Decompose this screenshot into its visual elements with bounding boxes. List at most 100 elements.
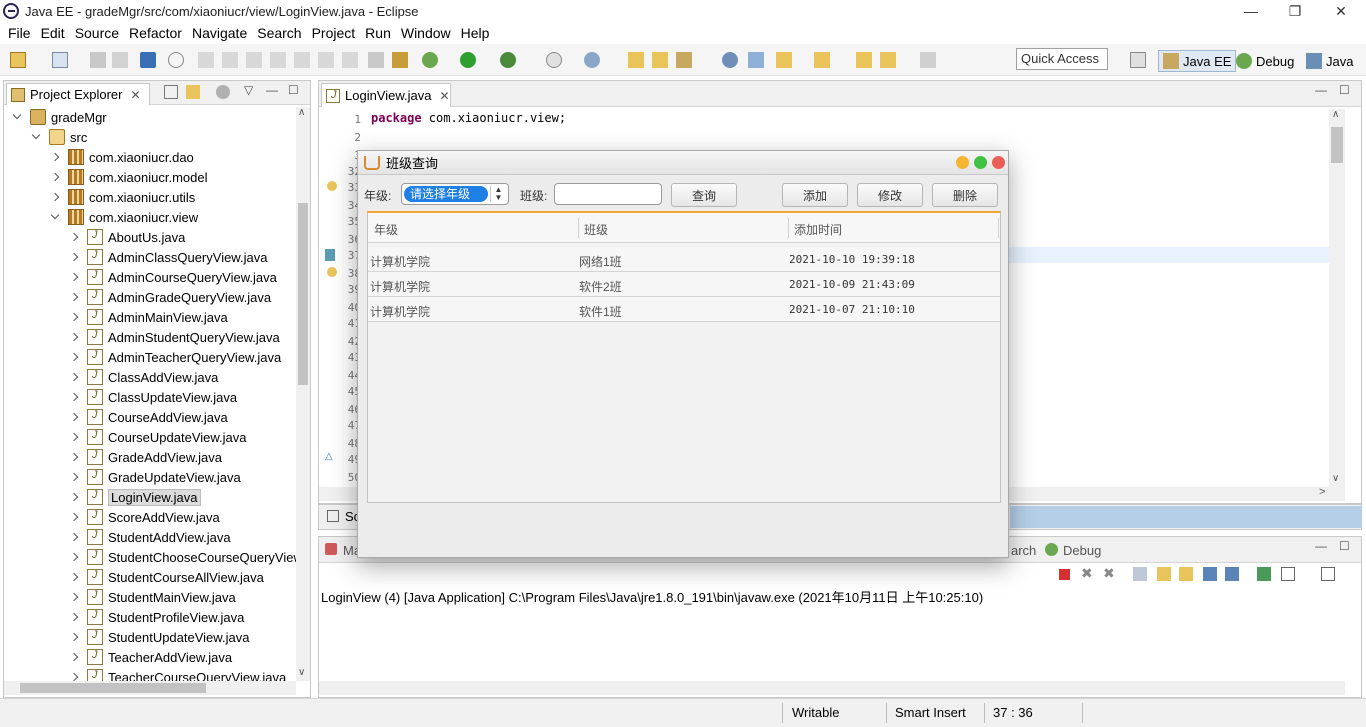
menu-file[interactable]: File	[3, 25, 36, 41]
column-header-added-time[interactable]: 添加时间	[794, 221, 842, 238]
remove-launch-icon[interactable]: ✖	[1081, 565, 1093, 582]
chevron-right-icon[interactable]	[69, 372, 79, 382]
debug-tab-label[interactable]: Debug	[1063, 543, 1101, 558]
use-step-filters-icon[interactable]	[392, 52, 408, 68]
maximize-view-icon[interactable]: ☐	[288, 83, 299, 97]
chevron-right-icon[interactable]	[69, 252, 79, 262]
open-perspective-icon[interactable]	[1130, 52, 1146, 68]
forward-icon[interactable]	[920, 52, 936, 68]
minimize-view-icon[interactable]: —	[266, 83, 278, 97]
tree-item[interactable]: com.xiaoniucr.utils	[50, 187, 195, 207]
menu-search[interactable]: Search	[252, 25, 306, 41]
menu-edit[interactable]: Edit	[36, 25, 70, 41]
minimize-dialog-button[interactable]	[956, 156, 969, 169]
table-row[interactable]: 计算机学院 网络1班 2021-10-10 19:39:18	[368, 247, 1000, 272]
save-icon[interactable]	[90, 52, 106, 68]
menu-navigate[interactable]: Navigate	[187, 25, 252, 41]
chevron-right-icon[interactable]	[69, 572, 79, 582]
tree-item[interactable]: com.xiaoniucr.dao	[50, 147, 194, 167]
chevron-right-icon[interactable]	[69, 512, 79, 522]
tree-item[interactable]: CourseAddView.java	[69, 407, 228, 427]
tree-item[interactable]: StudentUpdateView.java	[69, 627, 249, 647]
tree-item[interactable]: AdminTeacherQueryView.java	[69, 347, 281, 367]
menu-source[interactable]: Source	[70, 25, 124, 41]
fold-marker-icon[interactable]: △	[325, 451, 333, 462]
tree-scroll-thumb[interactable]	[298, 203, 308, 385]
external-tools-icon[interactable]	[546, 52, 562, 68]
chevron-right-icon[interactable]	[69, 532, 79, 542]
chevron-right-icon[interactable]	[69, 552, 79, 562]
editor-scroll-thumb[interactable]	[1331, 127, 1343, 163]
tree-item[interactable]: ClassUpdateView.java	[69, 387, 237, 407]
search-icon[interactable]	[676, 52, 692, 68]
column-header-grade[interactable]: 年级	[374, 221, 398, 238]
table-row[interactable]: 计算机学院 软件2班 2021-10-09 21:43:09	[368, 272, 1000, 297]
menu-window[interactable]: Window	[396, 25, 456, 41]
tree-item[interactable]: gradeMgr	[12, 107, 107, 127]
suspend-icon[interactable]	[222, 52, 238, 68]
pin-console-icon[interactable]	[1257, 567, 1271, 581]
new-wizard-icon[interactable]	[52, 52, 68, 68]
close-tab-icon[interactable]: ✕	[130, 88, 140, 102]
new-icon[interactable]	[10, 52, 26, 68]
menu-project[interactable]: Project	[307, 25, 361, 41]
chevron-right-icon[interactable]	[69, 292, 79, 302]
tree-item[interactable]: ScoreAddView.java	[69, 507, 220, 527]
view-filters-icon[interactable]	[216, 85, 230, 99]
chevron-right-icon[interactable]	[50, 152, 60, 162]
close-dialog-button[interactable]	[992, 156, 1005, 169]
tab-loginview-java[interactable]: LoginView.java ✕	[321, 83, 451, 107]
editor-vertical-scrollbar[interactable]: ∧ ∨	[1329, 109, 1345, 489]
open-type-icon[interactable]	[628, 52, 644, 68]
minimize-button[interactable]: —	[1228, 0, 1274, 22]
remove-all-launches-icon[interactable]: ✖	[1103, 565, 1115, 582]
new-server-icon[interactable]	[584, 52, 600, 68]
next-annotation-icon[interactable]	[776, 52, 792, 68]
scroll-down-icon[interactable]: ∨	[1332, 473, 1339, 484]
show-stdout-icon[interactable]	[1203, 567, 1217, 581]
column-header-class[interactable]: 班级	[584, 221, 608, 238]
tree-item[interactable]: AdminCourseQueryView.java	[69, 267, 277, 287]
tree-item[interactable]: GradeUpdateView.java	[69, 467, 241, 487]
tab-project-explorer[interactable]: Project Explorer ✕	[6, 83, 150, 105]
chevron-right-icon[interactable]	[69, 632, 79, 642]
chevron-down-icon[interactable]	[50, 212, 60, 222]
warning-marker-2-icon[interactable]	[327, 267, 337, 277]
chevron-right-icon[interactable]	[69, 452, 79, 462]
edit-button[interactable]: 修改	[857, 183, 923, 207]
tree-item[interactable]: TeacherAddView.java	[69, 647, 232, 667]
drop-frame-icon[interactable]	[368, 52, 384, 68]
disconnect-icon[interactable]	[270, 52, 286, 68]
word-wrap-icon[interactable]	[1179, 567, 1193, 581]
maximize-console-icon[interactable]: ☐	[1339, 539, 1350, 553]
tree-horizontal-scrollbar[interactable]	[4, 681, 296, 695]
chevron-right-icon[interactable]	[69, 472, 79, 482]
step-over-icon[interactable]	[318, 52, 334, 68]
coverage-icon[interactable]	[500, 52, 516, 68]
save-all-icon[interactable]	[112, 52, 128, 68]
scroll-up-icon[interactable]: ∧	[1332, 109, 1339, 120]
annotation-icon[interactable]	[748, 52, 764, 68]
menu-help[interactable]: Help	[456, 25, 495, 41]
collapse-all-icon[interactable]	[164, 85, 178, 99]
tree-item[interactable]: StudentAddView.java	[69, 527, 231, 547]
close-tab-icon[interactable]: ✕	[440, 89, 450, 103]
tree-item[interactable]: AdminGradeQueryView.java	[69, 287, 271, 307]
tree-item[interactable]: StudentProfileView.java	[69, 607, 244, 627]
chevron-right-icon[interactable]	[69, 592, 79, 602]
open-task-icon[interactable]	[652, 52, 668, 68]
clear-console-icon[interactable]	[1133, 567, 1147, 581]
grade-select[interactable]: 请选择年级 ▲ ▼	[401, 183, 509, 205]
tree-item[interactable]: AdminStudentQueryView.java	[69, 327, 280, 347]
chevron-right-icon[interactable]	[50, 172, 60, 182]
tree-item[interactable]: com.xiaoniucr.model	[50, 167, 208, 187]
perspective-java-ee[interactable]: Java EE	[1158, 50, 1237, 72]
tree-item[interactable]: GradeAddView.java	[69, 447, 222, 467]
spinner-arrows-icon[interactable]: ▲ ▼	[490, 186, 506, 202]
chevron-right-icon[interactable]	[69, 432, 79, 442]
perspective-debug[interactable]: Debug	[1236, 50, 1294, 72]
tree-item[interactable]: ClassAddView.java	[69, 367, 218, 387]
add-button[interactable]: 添加	[782, 183, 848, 207]
terminate-icon[interactable]	[246, 52, 262, 68]
chevron-right-icon[interactable]	[69, 392, 79, 402]
